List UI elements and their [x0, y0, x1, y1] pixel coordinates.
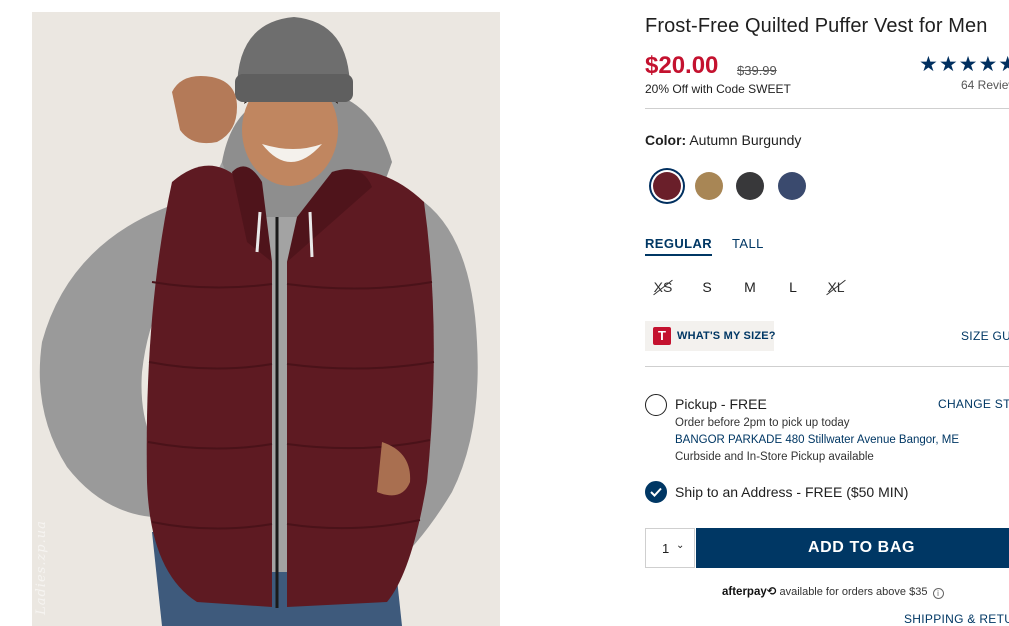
add-to-bag-button[interactable]: ADD TO BAG: [696, 528, 1009, 568]
divider: [645, 366, 1009, 367]
color-label-prefix: Color:: [645, 132, 687, 148]
promo-text: 20% Off with Code SWEET: [645, 82, 791, 96]
size-guide-link[interactable]: SIZE GUIDE: [961, 329, 1009, 343]
true-fit-icon: T: [653, 327, 671, 345]
info-icon[interactable]: i: [932, 588, 944, 599]
product-details-panel: Frost-Free Quilted Puffer Vest for Men $…: [645, 0, 1009, 626]
tab-regular[interactable]: REGULAR: [645, 236, 713, 256]
afterpay-logo: afterpay⟲: [722, 586, 777, 598]
shipping-returns-link[interactable]: SHIPPING & RETURNS: [904, 612, 1009, 626]
color-label: Color: Autumn Burgundy: [645, 132, 801, 148]
color-swatch-navy[interactable]: [778, 172, 806, 200]
sale-price: $20.00: [645, 52, 719, 79]
product-image[interactable]: Ladies.zp.ua: [32, 12, 500, 626]
store-address-link[interactable]: BANGOR PARKADE 480 Stillwater Avenue Ban…: [675, 434, 959, 446]
pickup-availability-note: Curbside and In-Store Pickup available: [675, 451, 874, 463]
pickup-radio[interactable]: [645, 394, 667, 416]
quantity-select[interactable]: 1 ⌄: [645, 528, 695, 568]
pickup-note: Order before 2pm to pick up today: [675, 417, 850, 429]
original-price: $39.99: [737, 63, 777, 78]
pickup-title: Pickup - FREE: [675, 396, 767, 412]
color-selected-name: Autumn Burgundy: [689, 132, 802, 148]
afterpay-message: afterpay⟲ available for orders above $35…: [722, 584, 944, 599]
checkmark-icon: [650, 487, 662, 497]
whats-my-size-label: WHAT'S MY SIZE?: [677, 330, 776, 342]
ship-title: Ship to an Address - FREE ($50 MIN): [675, 484, 909, 500]
watermark-text: Ladies.zp.ua: [33, 520, 49, 615]
color-swatch-tan[interactable]: [695, 172, 723, 200]
whats-my-size-button[interactable]: T WHAT'S MY SIZE?: [645, 321, 776, 351]
reviews-link[interactable]: 64 Reviews: [961, 78, 1009, 92]
size-option-s[interactable]: S: [693, 279, 721, 295]
quantity-value: 1: [662, 541, 670, 556]
afterpay-text: available for orders above $35: [779, 586, 928, 598]
size-option-l[interactable]: L: [779, 279, 807, 295]
size-option-xl[interactable]: XL: [822, 279, 850, 295]
size-option-m[interactable]: M: [736, 279, 764, 295]
tab-tall[interactable]: TALL: [732, 236, 764, 251]
size-option-xs[interactable]: XS: [649, 279, 677, 295]
ship-radio[interactable]: [645, 481, 667, 503]
color-swatch-autumn-burgundy[interactable]: [653, 172, 681, 200]
chevron-down-icon: ⌄: [676, 540, 685, 551]
rating-stars-icon[interactable]: ★★★★★: [919, 52, 1009, 77]
divider: [645, 108, 1009, 109]
color-swatch-black[interactable]: [736, 172, 764, 200]
change-store-link[interactable]: CHANGE STORE: [938, 397, 1009, 411]
product-photo-illustration: [32, 12, 500, 626]
product-title: Frost-Free Quilted Puffer Vest for Men: [645, 15, 988, 37]
